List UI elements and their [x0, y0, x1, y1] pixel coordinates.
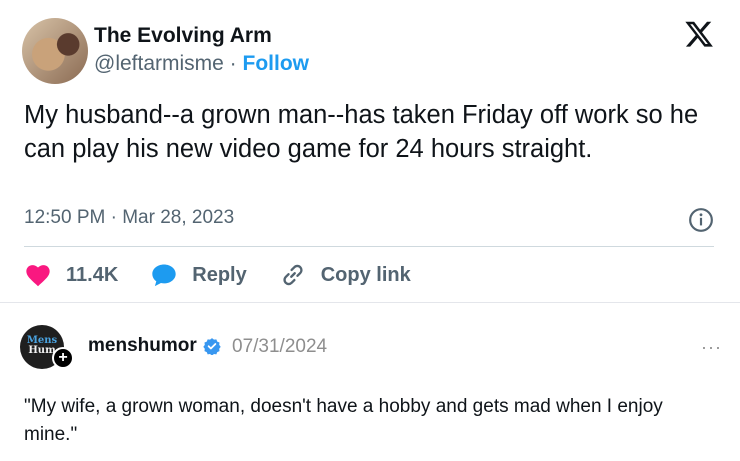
handle-separator: · — [223, 52, 243, 75]
author-name[interactable]: The Evolving Arm — [94, 24, 272, 48]
link-icon — [283, 264, 303, 286]
reply-button[interactable]: Reply — [150, 261, 247, 289]
x-logo-icon[interactable] — [684, 20, 714, 48]
comment-date: 07/31/2024 — [232, 336, 328, 357]
more-icon[interactable]: ··· — [701, 337, 722, 358]
follow-button[interactable]: Follow — [243, 52, 310, 75]
reply-bubble-icon — [152, 264, 176, 287]
embedded-tweet: The Evolving Arm @leftarmisme · Follow M… — [0, 0, 740, 303]
copy-link-label: Copy link — [320, 263, 411, 286]
commenter-username-row: menshumor — [88, 335, 221, 357]
heart-icon — [26, 265, 50, 287]
commenter-username[interactable]: menshumor — [88, 335, 197, 357]
reply-label: Reply — [192, 263, 247, 286]
like-button[interactable]: 11.4K — [24, 261, 118, 289]
author-handle-line: @leftarmisme · Follow — [94, 52, 309, 76]
tweet-text: My husband--a grown man--has taken Frida… — [24, 101, 699, 163]
tweet-actions: 11.4K Reply Copy link — [24, 260, 443, 290]
plus-icon[interactable]: + — [52, 347, 74, 369]
tweet-divider — [24, 246, 714, 247]
verified-badge-icon — [203, 338, 221, 355]
author-handle[interactable]: @leftarmisme — [94, 52, 224, 75]
like-count: 11.4K — [66, 263, 119, 286]
comment-text: "My wife, a grown woman, doesn't have a … — [24, 396, 663, 445]
author-avatar[interactable] — [22, 18, 88, 84]
copy-link-button[interactable]: Copy link — [279, 261, 411, 289]
info-icon[interactable] — [688, 207, 714, 233]
tweet-timestamp[interactable]: 12:50 PM · Mar 28, 2023 — [24, 207, 234, 229]
